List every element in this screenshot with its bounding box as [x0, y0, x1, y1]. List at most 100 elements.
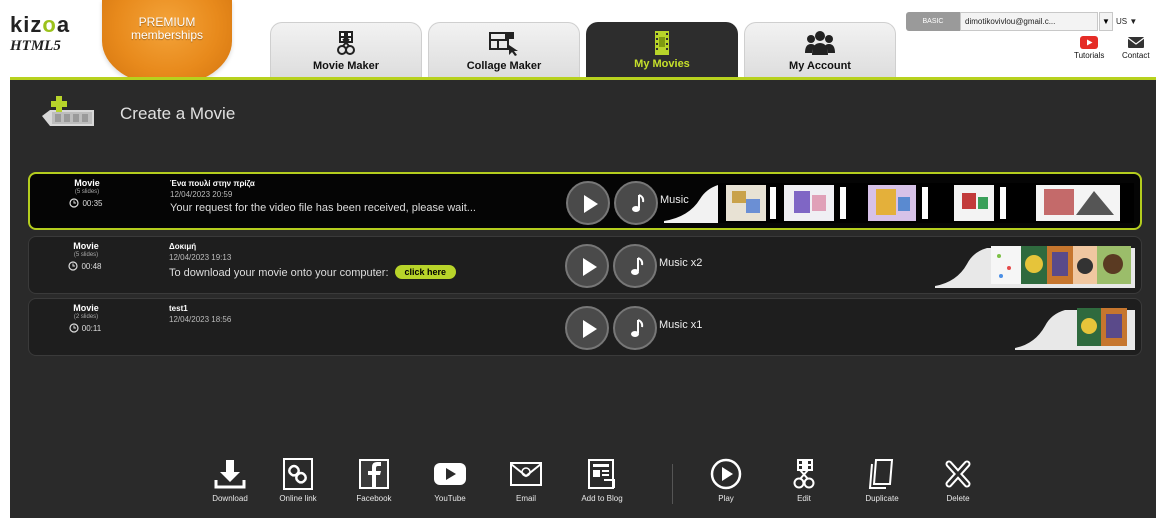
tab-my-account[interactable]: My Account [744, 22, 896, 80]
movie-title[interactable]: Δοκιμή [169, 242, 569, 251]
edit-button[interactable]: Edit [774, 458, 834, 503]
facebook-button[interactable]: Facebook [344, 458, 404, 503]
film-frame-icon [655, 31, 669, 55]
create-movie-label: Create a Movie [120, 104, 236, 123]
movie-meta: Movie (5 slides) 00:48 [51, 241, 151, 271]
download-instruction: To download your movie onto your compute… [169, 267, 389, 279]
movie-duration: 00:11 [19, 323, 151, 333]
movie-row[interactable]: Movie (5 slides) 00:48 Δοκιμή 12/04/2023… [28, 236, 1142, 294]
play-icon [710, 458, 742, 490]
music-label: Music x2 [659, 257, 703, 269]
add-movie-icon [42, 96, 94, 126]
youtube-button[interactable]: YouTube [420, 458, 480, 503]
delete-icon [945, 460, 971, 488]
premium-memberships-button[interactable]: PREMIUM memberships [102, 0, 232, 86]
play-icon [583, 320, 597, 338]
my-movies-panel: Create a Movie Movie (5 slides) 00:35 Έν… [10, 80, 1156, 518]
movie-duration: 00:48 [19, 261, 151, 271]
app-frame: kizoa HTML5 PREMIUM memberships Movie Ma… [0, 0, 1156, 518]
movie-kind: Movie [73, 303, 99, 313]
users-icon [805, 31, 835, 55]
movie-duration: 00:35 [20, 198, 152, 208]
contact-label: Contact [1122, 51, 1150, 60]
duration-value: 00:35 [82, 199, 103, 208]
email-button[interactable]: Email [496, 458, 556, 503]
download-label: Download [212, 494, 248, 503]
email-icon [510, 462, 542, 486]
play-button[interactable]: Play [696, 458, 756, 503]
clock-icon [68, 261, 79, 271]
movie-actions-toolbar: Download Online link Facebook YouTube Em… [200, 458, 1000, 516]
music-note-icon [631, 257, 644, 275]
delete-label: Delete [946, 494, 970, 503]
movie-date: 12/04/2023 18:56 [169, 315, 232, 324]
toolbar-divider [672, 464, 673, 504]
tab-collage-maker[interactable]: Collage Maker [428, 22, 580, 80]
music-label: Music x1 [659, 319, 703, 331]
facebook-icon [359, 459, 389, 489]
duration-value: 00:48 [81, 262, 102, 271]
tab-label: Collage Maker [466, 60, 542, 72]
duration-value: 00:11 [81, 324, 102, 333]
youtube-label: YouTube [434, 494, 466, 503]
filmstrip-thumbnails[interactable] [664, 179, 1134, 225]
clock-icon [69, 198, 80, 208]
tab-label: My Movies [634, 58, 690, 70]
filmstrip-thumbnails[interactable] [935, 242, 1135, 288]
premium-line-2: memberships [130, 28, 204, 42]
edit-label: Edit [797, 494, 811, 503]
play-icon [583, 258, 597, 276]
add-to-blog-button[interactable]: Add to Blog [572, 458, 632, 503]
play-movie-button[interactable] [565, 306, 609, 350]
online-link-button[interactable]: Online link [268, 458, 328, 503]
email-label: Email [515, 494, 536, 503]
movie-row[interactable]: Movie (5 slides) 00:35 Ένα πουλί στην πρ… [28, 172, 1142, 230]
tab-movie-maker[interactable]: Movie Maker [270, 22, 422, 80]
online-link-label: Online link [279, 494, 317, 503]
duplicate-button[interactable]: Duplicate [852, 458, 912, 503]
filmstrip-thumbnails[interactable] [1015, 304, 1135, 350]
play-movie-button[interactable] [565, 244, 609, 288]
logo-text: kiz [10, 12, 43, 37]
music-button[interactable] [613, 244, 657, 288]
movie-kind: Movie [74, 178, 100, 188]
music-note-icon [631, 319, 644, 337]
logo-subtitle: HTML5 [10, 38, 61, 54]
facebook-label: Facebook [356, 494, 392, 503]
download-button[interactable]: Download [200, 458, 260, 503]
music-button[interactable] [613, 306, 657, 350]
click-here-button[interactable]: click here [394, 265, 457, 279]
help-links: Tutorials Contact [1070, 36, 1156, 66]
movie-title[interactable]: test1 [169, 304, 569, 313]
language-select[interactable]: US ▼ [1116, 12, 1156, 31]
music-button[interactable] [614, 181, 658, 225]
clock-icon [69, 323, 79, 333]
tutorials-link[interactable]: Tutorials [1074, 36, 1104, 60]
delete-button[interactable]: Delete [928, 458, 988, 503]
account-bar: BASIC dimotikovivlou@gmail.c... ▼ US ▼ [906, 12, 1156, 32]
movie-slides: (2 slides) [73, 314, 99, 320]
chevron-down-icon[interactable]: ▼ [1099, 12, 1113, 31]
add-to-blog-label: Add to Blog [581, 494, 623, 503]
movie-kind: Movie [73, 241, 99, 251]
collage-icon [489, 32, 518, 56]
logo-text-end: a [56, 12, 71, 37]
scissors-film-icon [793, 459, 815, 489]
movie-info: test1 12/04/2023 18:56 [169, 304, 569, 324]
movie-meta: Movie (2 slides) 00:11 [51, 303, 151, 333]
play-icon [584, 195, 598, 213]
download-icon [214, 460, 246, 489]
contact-link[interactable]: Contact [1122, 36, 1150, 60]
account-email-select[interactable]: dimotikovivlou@gmail.c... [960, 12, 1098, 31]
movie-slides: (5 slides) [73, 252, 99, 258]
play-movie-button[interactable] [566, 181, 610, 225]
movie-title[interactable]: Ένα πουλί στην πρίζα [170, 179, 570, 188]
tab-label: Movie Maker [312, 60, 380, 72]
tab-label: My Account [789, 60, 851, 72]
movie-status-message: Your request for the video file has been… [170, 202, 476, 214]
kizoa-logo[interactable]: kizoa HTML5 [10, 12, 100, 55]
youtube-icon [434, 463, 466, 485]
movie-row[interactable]: Movie (2 slides) 00:11 test1 12/04/2023 … [28, 298, 1142, 356]
logo-text-dots: o [42, 12, 57, 37]
movie-slides: (5 slides) [74, 189, 100, 195]
